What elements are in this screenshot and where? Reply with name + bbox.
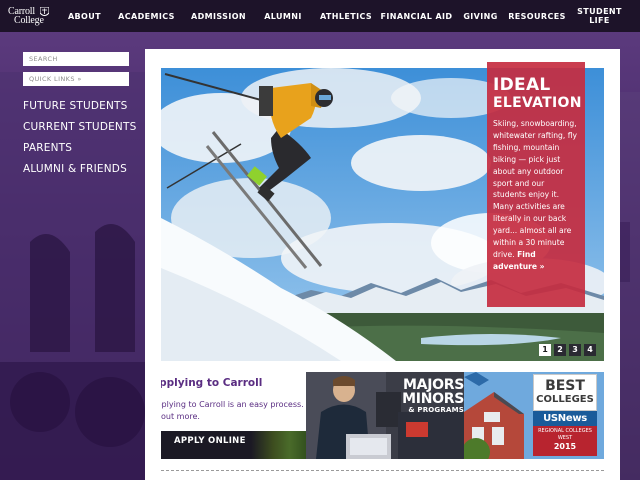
hero-body-text: Skiing, snowboarding, whitewater rafting… (493, 119, 577, 259)
majors-line-1: MAJORS (403, 377, 464, 393)
pager-dot-4[interactable]: 4 (584, 344, 596, 356)
badge-ribbon-line-2: WEST (557, 435, 573, 441)
nav-item-resources[interactable]: RESOURCES (508, 12, 566, 21)
nav-item-about[interactable]: ABOUT (56, 12, 110, 21)
sidebar-link-future-students[interactable]: FUTURE STUDENTS (23, 99, 136, 120)
nav-item-admission[interactable]: ADMISSION (183, 12, 254, 21)
us-news-badge: BEST COLLEGES USNews REGIONAL COLLEGES W… (533, 374, 597, 458)
pager-dot-2[interactable]: 2 (554, 344, 566, 356)
hero-feature-card: IDEAL ELEVATION Skiing, snowboarding, wh… (487, 62, 585, 307)
audience-nav: FUTURE STUDENTS CURRENT STUDENTS PARENTS… (23, 99, 136, 183)
best-colleges-tile[interactable]: BEST COLLEGES USNews REGIONAL COLLEGES W… (464, 372, 604, 459)
sidebar-link-parents[interactable]: PARENTS (23, 141, 136, 162)
college-logo[interactable]: Carroll College (0, 0, 56, 32)
majors-minors-tile[interactable]: MAJORS MINORS & PROGRAMS (306, 372, 464, 459)
quick-links-dropdown[interactable]: QUICK LINKS » (23, 72, 129, 86)
nav-item-athletics[interactable]: ATHLETICS (312, 12, 380, 21)
top-navigation-bar: Carroll College ABOUT ACADEMICS ADMISSIO… (0, 0, 640, 32)
sidebar-link-alumni-friends[interactable]: ALUMNI & FRIENDS (23, 162, 136, 183)
nav-item-student-life[interactable]: STUDENT LIFE (566, 7, 633, 25)
logo-line-2: College (14, 15, 44, 26)
crest-icon (40, 7, 49, 16)
apply-online-button[interactable]: APPLY ONLINE (161, 431, 306, 459)
apply-description: Applying to Carroll is an easy process. … (161, 400, 306, 421)
apply-title: Applying to Carroll (161, 377, 263, 389)
pager-dot-1[interactable]: 1 (539, 344, 551, 356)
main-nav-list: ABOUT ACADEMICS ADMISSION ALUMNI ATHLETI… (56, 0, 633, 32)
nav-item-giving[interactable]: GIVING (453, 12, 508, 21)
badge-ribbon: REGIONAL COLLEGES WEST 2015 (533, 426, 597, 456)
nav-item-academics[interactable]: ACADEMICS (110, 12, 183, 21)
pager-dot-3[interactable]: 3 (569, 344, 581, 356)
badge-usnews: USNews (533, 411, 597, 426)
hero-title-line-2: ELEVATION (493, 95, 582, 111)
slideshow-pager: 1 2 3 4 (539, 344, 596, 356)
nav-item-alumni[interactable]: ALUMNI (254, 12, 312, 21)
majors-text: MAJORS MINORS & PROGRAMS (394, 378, 464, 415)
badge-ribbon-line-1: REGIONAL COLLEGES (538, 428, 592, 434)
sidebar-link-current-students[interactable]: CURRENT STUDENTS (23, 120, 136, 141)
hero-body: Skiing, snowboarding, whitewater rafting… (493, 118, 579, 273)
nav-item-financial-aid[interactable]: FINANCIAL AID (380, 12, 453, 21)
majors-line-2: MINORS (402, 391, 464, 407)
search-input[interactable]: SEARCH (23, 52, 129, 66)
section-divider (161, 470, 604, 471)
majors-line-3: & PROGRAMS (408, 406, 464, 414)
badge-year: 2015 (553, 442, 577, 451)
badge-line-1: BEST (545, 378, 585, 394)
apply-tile-foliage-image (251, 431, 306, 459)
apply-online-label: APPLY ONLINE (174, 436, 246, 446)
badge-line-2: COLLEGES (536, 394, 594, 405)
hero-title-line-1: IDEAL (493, 75, 551, 95)
badge-best-colleges: BEST COLLEGES (533, 374, 597, 411)
